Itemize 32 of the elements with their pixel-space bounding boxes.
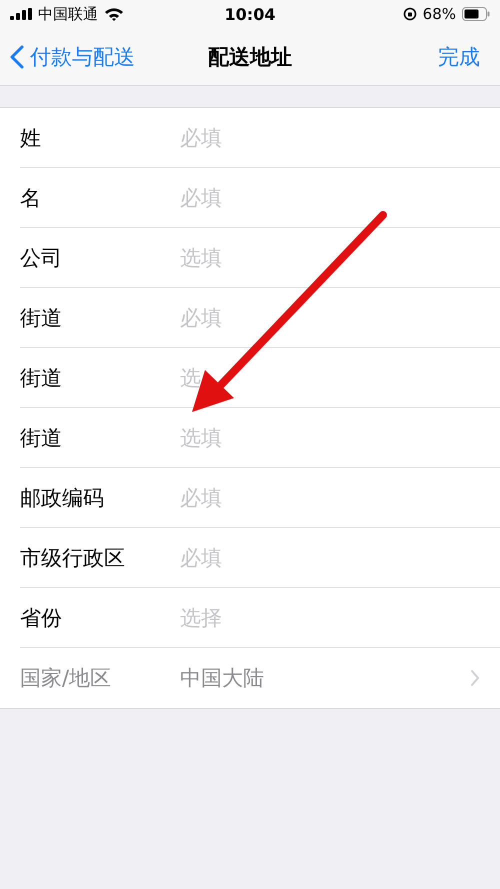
picker-value: 中国大陆 [180, 665, 265, 692]
field-label: 名 [20, 184, 42, 212]
input-field[interactable]: 选 [180, 362, 480, 392]
chevron-icon [470, 669, 480, 687]
status-time: 10:04 [224, 4, 276, 24]
field-label: 国家/地区 [20, 665, 112, 692]
battery-percent: 68% [422, 5, 456, 23]
field-label: 街道 [20, 304, 63, 332]
input-field[interactable]: 必填 [180, 122, 480, 152]
battery-icon [462, 7, 490, 21]
signal-icon [10, 8, 32, 20]
field-label: 街道 [20, 424, 63, 452]
done-button[interactable]: 完成 [438, 42, 480, 70]
field-label: 邮政编码 [20, 484, 105, 512]
input-field[interactable]: 必填 [180, 482, 480, 512]
input-field[interactable]: 必填 [180, 182, 480, 212]
input-field[interactable]: 必填 [180, 542, 480, 572]
back-chevron-icon [10, 44, 24, 68]
input-field[interactable]: 必填 [180, 302, 480, 332]
input-field[interactable]: 选填 [180, 242, 480, 272]
field-label: 街道 [20, 364, 63, 392]
field-label: 姓 [20, 124, 42, 152]
field-label: 公司 [20, 244, 63, 272]
input-field[interactable]: 选填 [180, 422, 480, 452]
wifi-icon [104, 7, 124, 21]
field-label: 市级行政区 [20, 544, 126, 572]
nav-title: 配送地址 [208, 44, 292, 70]
input-field[interactable]: 选择 [180, 602, 480, 632]
back-button[interactable]: 付款与配送 [10, 42, 135, 70]
field-label: 省份 [20, 604, 63, 632]
rotation-lock-icon [402, 7, 417, 21]
carrier-name: 中国联通 [38, 4, 98, 24]
